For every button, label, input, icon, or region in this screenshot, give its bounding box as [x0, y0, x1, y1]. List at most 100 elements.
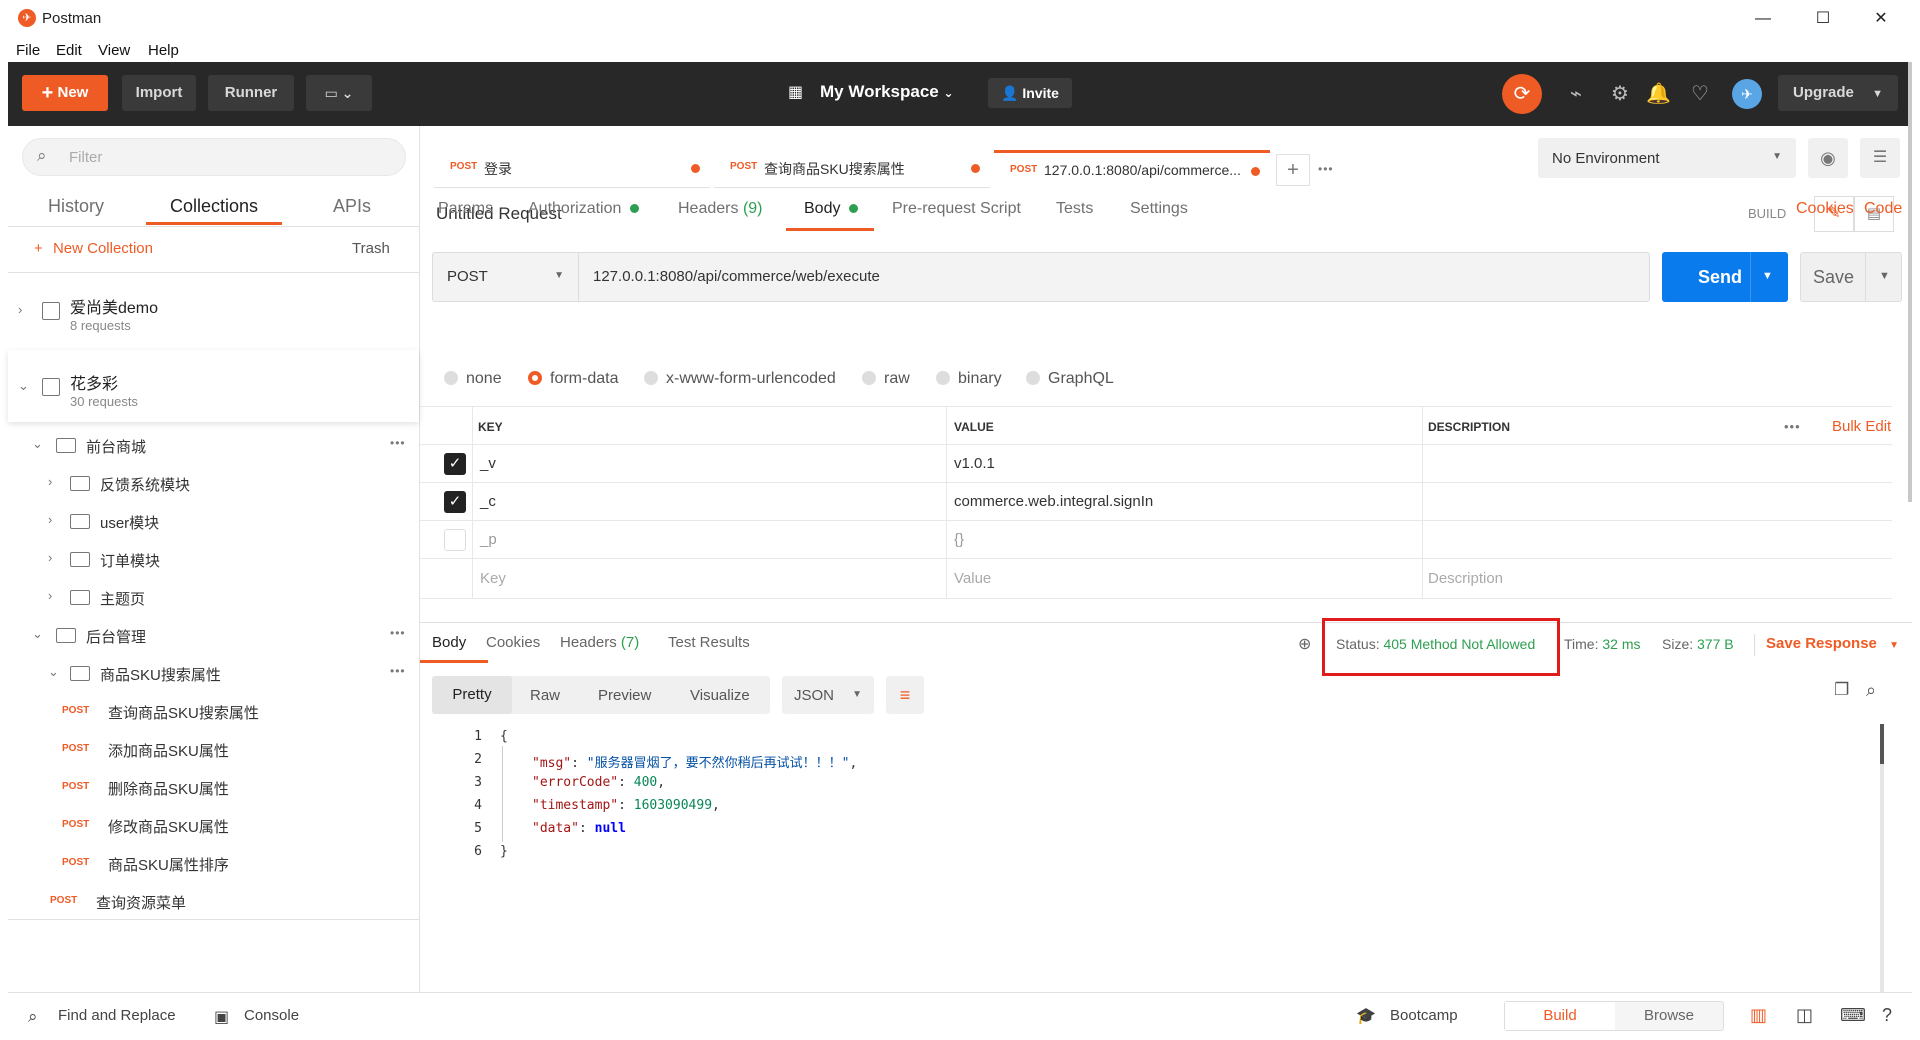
response-tab-headers[interactable]: Headers (7): [560, 634, 639, 651]
cookies-link[interactable]: Cookies: [1796, 200, 1854, 218]
radio-none[interactable]: none: [444, 370, 502, 388]
send-button[interactable]: Send ▼: [1662, 252, 1788, 302]
invite-button[interactable]: 👤 Invite: [988, 78, 1072, 108]
tab-history[interactable]: History: [48, 196, 104, 217]
collection-item[interactable]: › 爱尚美demo 8 requests: [8, 274, 419, 346]
view-preview[interactable]: Preview: [598, 687, 651, 704]
checkbox-checked-icon[interactable]: ✓: [444, 491, 466, 513]
save-response-button[interactable]: Save Response ▼: [1766, 635, 1899, 652]
help-icon[interactable]: ?: [1882, 1005, 1892, 1026]
tab-apis[interactable]: APIs: [333, 196, 371, 217]
save-button[interactable]: Save ▼: [1800, 252, 1902, 302]
url-input[interactable]: 127.0.0.1:8080/api/commerce/web/execute: [579, 253, 1649, 301]
checkbox-checked-icon[interactable]: ✓: [444, 453, 466, 475]
minimize-button[interactable]: —: [1740, 4, 1786, 34]
runner-button[interactable]: Runner: [208, 75, 294, 111]
folder-item[interactable]: › 订单模块: [8, 540, 419, 578]
folder-item[interactable]: › 反馈系统模块: [8, 464, 419, 502]
checkbox-unchecked-icon[interactable]: [444, 529, 466, 551]
filter-input[interactable]: ⌕ Filter: [22, 138, 406, 176]
menu-view[interactable]: View: [98, 42, 130, 59]
tab-tests[interactable]: Tests: [1056, 200, 1093, 218]
tab-item-active[interactable]: POST 127.0.0.1:8080/api/commerce...: [994, 150, 1270, 188]
format-select[interactable]: JSON ▼: [782, 676, 874, 714]
radio-binary[interactable]: binary: [936, 370, 1002, 388]
browse-toggle[interactable]: Browse: [1615, 1002, 1723, 1030]
folder-item[interactable]: ⌄ 商品SKU搜索属性 •••: [8, 654, 419, 692]
folder-item[interactable]: ⌄ 前台商城 •••: [8, 426, 419, 464]
row-key[interactable]: _c: [480, 493, 496, 510]
tab-pre-request-script[interactable]: Pre-request Script: [892, 200, 1021, 218]
heart-icon[interactable]: ♡: [1688, 82, 1712, 106]
more-options-icon[interactable]: •••: [390, 664, 406, 678]
row-value[interactable]: v1.0.1: [954, 455, 995, 472]
view-visualize[interactable]: Visualize: [690, 687, 750, 704]
row-value[interactable]: {}: [954, 531, 964, 548]
menu-file[interactable]: File: [16, 42, 40, 59]
caret-down-icon[interactable]: ▼: [1879, 270, 1890, 282]
row-key[interactable]: _p: [480, 531, 497, 548]
build-toggle[interactable]: Build: [1505, 1002, 1615, 1030]
radio-x-www-form-urlencoded[interactable]: x-www-form-urlencoded: [644, 370, 836, 388]
keyboard-icon[interactable]: ⌨: [1840, 1005, 1866, 1026]
scrollbar-track[interactable]: [1880, 724, 1884, 992]
radio-raw[interactable]: raw: [862, 370, 910, 388]
add-tab-icon[interactable]: +: [1276, 154, 1310, 186]
response-tab-cookies[interactable]: Cookies: [486, 634, 540, 651]
bootcamp-button[interactable]: Bootcamp: [1390, 1007, 1458, 1024]
tab-body[interactable]: Body: [804, 200, 858, 218]
key-placeholder[interactable]: Key: [480, 570, 506, 587]
settings-gear-icon[interactable]: ⚙: [1608, 82, 1632, 106]
request-item[interactable]: POST 查询资源菜单: [8, 882, 419, 920]
menu-help[interactable]: Help: [148, 42, 179, 59]
trash-button[interactable]: Trash: [352, 240, 390, 257]
collection-item[interactable]: ⌄ 花多彩 30 requests: [8, 350, 419, 422]
scrollbar-thumb[interactable]: [1880, 724, 1884, 764]
radio-graphql[interactable]: GraphQL: [1026, 370, 1114, 388]
tab-item[interactable]: POST 登录: [434, 150, 710, 188]
more-options-icon[interactable]: •••: [1784, 419, 1801, 434]
request-item[interactable]: POST 添加商品SKU属性: [8, 730, 419, 768]
wrap-lines-icon[interactable]: ≡: [886, 676, 924, 714]
new-button[interactable]: + New: [22, 75, 108, 111]
new-collection-button[interactable]: + New Collection: [34, 240, 153, 257]
tab-item[interactable]: POST 查询商品SKU搜索属性: [714, 150, 990, 188]
console-button[interactable]: Console: [244, 1007, 299, 1024]
tab-headers[interactable]: Headers (9): [678, 200, 763, 218]
description-placeholder[interactable]: Description: [1428, 570, 1503, 587]
copy-icon[interactable]: ❐: [1834, 680, 1849, 700]
search-icon[interactable]: ⌕: [1866, 680, 1876, 701]
more-options-icon[interactable]: •••: [390, 436, 406, 450]
view-pretty[interactable]: Pretty: [432, 676, 512, 714]
globe-icon[interactable]: ⊕: [1298, 634, 1311, 654]
bulk-edit-link[interactable]: Bulk Edit: [1832, 418, 1891, 435]
upgrade-button[interactable]: Upgrade ▼: [1778, 75, 1898, 111]
request-item[interactable]: POST 查询商品SKU搜索属性: [8, 692, 419, 730]
tab-collections[interactable]: Collections: [170, 196, 258, 217]
environment-selector[interactable]: No Environment ▼: [1538, 138, 1796, 178]
import-button[interactable]: Import: [122, 75, 196, 111]
radio-form-data[interactable]: form-data: [528, 370, 618, 388]
code-link[interactable]: Code: [1864, 200, 1902, 218]
more-options-icon[interactable]: •••: [390, 626, 406, 640]
folder-item[interactable]: ⌄ 后台管理 •••: [8, 616, 419, 654]
response-tab-body[interactable]: Body: [432, 634, 466, 651]
caret-down-icon[interactable]: ▼: [1762, 270, 1773, 282]
folder-item[interactable]: › user模块: [8, 502, 419, 540]
avatar[interactable]: ✈: [1732, 79, 1762, 109]
two-pane-icon[interactable]: ▥: [1750, 1005, 1767, 1026]
method-select[interactable]: POST ▼: [433, 253, 579, 301]
sync-icon[interactable]: ⟳: [1502, 74, 1542, 114]
workspace-selector[interactable]: My Workspace ⌄: [820, 82, 954, 102]
eye-icon[interactable]: ◉: [1808, 138, 1848, 178]
view-raw[interactable]: Raw: [530, 687, 560, 704]
notifications-bell-icon[interactable]: 🔔: [1646, 82, 1671, 106]
folder-item[interactable]: › 主题页: [8, 578, 419, 616]
layout-icon[interactable]: ◫: [1796, 1005, 1813, 1026]
row-value[interactable]: commerce.web.integral.signIn: [954, 493, 1153, 510]
menu-edit[interactable]: Edit: [56, 42, 82, 59]
row-key[interactable]: _v: [480, 455, 496, 472]
close-button[interactable]: ✕: [1858, 4, 1904, 34]
new-window-button[interactable]: ▭ ⌄: [306, 75, 372, 111]
tab-settings[interactable]: Settings: [1130, 200, 1188, 218]
